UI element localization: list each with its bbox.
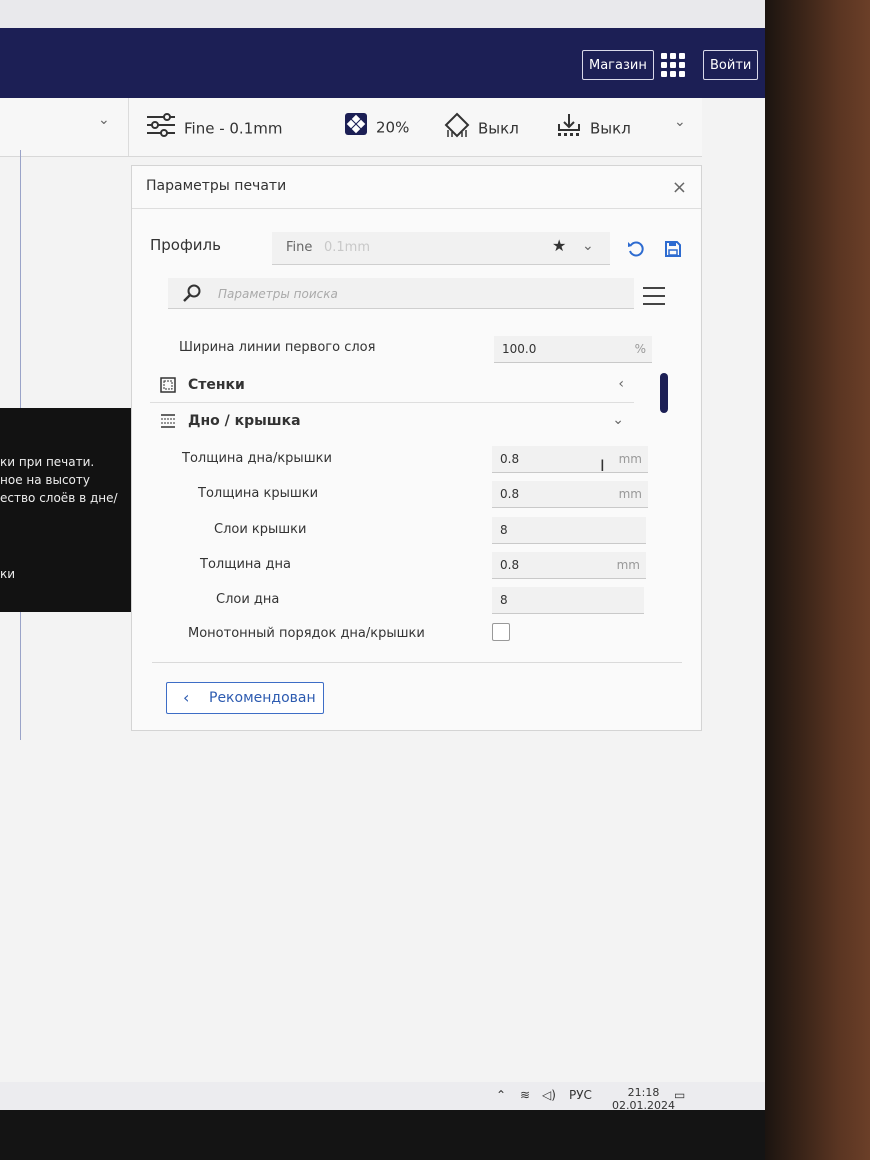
clock[interactable]: 21:18 02.01.2024: [612, 1086, 675, 1110]
login-button[interactable]: Войти: [703, 50, 759, 80]
top-bottom-icon: [160, 413, 176, 433]
tooltip-line: ки при печати.: [0, 455, 95, 469]
toolbar-chevron-icon[interactable]: ⌄: [674, 114, 686, 130]
monotonic-checkbox[interactable]: [492, 623, 510, 641]
save-icon[interactable]: [664, 240, 682, 262]
tooltip: ки при печати. ное на высоту ество слоёв…: [0, 408, 147, 612]
taskbar: ⌃ ≋ ◁) РУС 21:18 02.01.2024 ▭: [0, 1082, 765, 1110]
infill-icon: [344, 112, 368, 144]
chevron-left-icon: ‹: [183, 688, 190, 707]
search-icon: [182, 284, 202, 308]
setting-value: 0.8: [500, 487, 520, 501]
support-label: Выкл: [478, 119, 519, 138]
scrollbar-thumb[interactable]: [660, 373, 668, 413]
setting-input[interactable]: 0.8 mm: [492, 481, 648, 508]
profile-selector-label: Fine - 0.1mm: [184, 119, 283, 138]
text-cursor-icon: I: [600, 456, 605, 475]
print-setup-toolbar: ⌄ Fine - 0.1mm 20% Выкл Выкл ⌄: [0, 98, 702, 157]
chevron-down-icon: ⌄: [612, 412, 624, 428]
support-selector[interactable]: Выкл: [444, 112, 519, 138]
chevron-down-icon[interactable]: ⌄: [582, 238, 594, 254]
adhesion-label: Выкл: [590, 119, 631, 138]
setting-value: 0.8: [500, 452, 520, 466]
setting-unit: mm: [618, 452, 642, 466]
section-top-bottom[interactable]: Дно / крышка ⌄: [150, 404, 634, 438]
profile-layer-height: 0.1mm: [324, 240, 371, 255]
apps-grid-icon[interactable]: [661, 53, 685, 77]
notification-icon[interactable]: ▭: [674, 1088, 685, 1102]
recommended-label: Рекомендован: [209, 690, 316, 706]
volume-icon[interactable]: ◁): [542, 1088, 556, 1102]
profile-label: Профиль: [150, 236, 221, 254]
setting-input[interactable]: 0.8 mm: [492, 552, 646, 579]
reset-icon[interactable]: [627, 240, 645, 262]
setting-value: 8: [500, 523, 508, 537]
setting-label: Толщина крышки: [198, 486, 319, 501]
divider: [128, 98, 129, 156]
language-indicator[interactable]: РУС: [569, 1088, 592, 1102]
close-icon[interactable]: ×: [672, 179, 687, 197]
infill-selector[interactable]: 20%: [344, 112, 409, 138]
monitor-frame: [765, 0, 870, 1160]
support-icon: [444, 112, 470, 146]
setting-unit: %: [634, 342, 646, 356]
divider: [132, 208, 701, 209]
title-strip: [0, 0, 765, 28]
adhesion-icon: [556, 112, 582, 146]
profile-name: Fine: [286, 240, 313, 255]
wifi-icon[interactable]: ≋: [520, 1088, 530, 1102]
setting-label: Толщина дна: [200, 557, 291, 572]
setting-input[interactable]: 0.8 mm: [492, 446, 648, 473]
profile-selector[interactable]: Fine - 0.1mm: [146, 112, 282, 138]
setting-input[interactable]: 100.0 %: [494, 336, 652, 363]
tooltip-line: ное на высоту: [0, 473, 90, 487]
divider: [152, 662, 682, 663]
monitor-bezel: [0, 1110, 765, 1160]
setting-input[interactable]: 8: [492, 587, 644, 614]
star-icon[interactable]: ★: [552, 236, 566, 255]
section-walls[interactable]: Стенки ‹: [150, 368, 634, 403]
setting-label: Монотонный порядок дна/крышки: [188, 626, 425, 641]
setting-label: Толщина дна/крышки: [182, 451, 332, 466]
section-label: Дно / крышка: [188, 413, 301, 429]
print-settings-dialog: Параметры печати × Профиль Fine 0.1mm ★ …: [131, 165, 702, 731]
chevron-up-icon[interactable]: ⌃: [496, 1088, 506, 1102]
store-button[interactable]: Магазин: [582, 50, 654, 80]
tooltip-line: ество слоёв в дне/: [0, 491, 118, 505]
chevron-left-icon: ‹: [618, 376, 624, 392]
search-field[interactable]: Параметры поиска: [168, 278, 634, 309]
recommended-button[interactable]: ‹ Рекомендован: [166, 682, 324, 714]
clock-date: 02.01.2024: [612, 1099, 675, 1110]
profile-dropdown[interactable]: Fine 0.1mm ★ ⌄: [272, 232, 610, 265]
app-window: Магазин Войти ⌄ Fine - 0.1mm 20% Выкл Вы: [0, 0, 765, 1110]
menu-icon[interactable]: [643, 287, 665, 305]
dialog-title: Параметры печати: [146, 178, 287, 194]
adhesion-selector[interactable]: Выкл: [556, 112, 631, 138]
setting-label: Слои дна: [216, 592, 280, 607]
setting-unit: mm: [618, 487, 642, 501]
setting-input[interactable]: 8: [492, 517, 646, 544]
walls-icon: [160, 377, 176, 397]
sliders-icon: [146, 112, 176, 146]
clock-time: 21:18: [627, 1086, 660, 1099]
infill-label: 20%: [376, 118, 410, 137]
chevron-down-icon[interactable]: ⌄: [98, 112, 110, 128]
setting-value: 100.0: [502, 342, 537, 356]
section-label: Стенки: [188, 377, 245, 393]
tooltip-line: ки: [0, 567, 16, 581]
setting-value: 8: [500, 593, 508, 607]
setting-value: 0.8: [500, 558, 520, 572]
search-placeholder: Параметры поиска: [218, 287, 338, 301]
app-header: Магазин Войти: [0, 28, 765, 98]
setting-unit: mm: [616, 558, 640, 572]
setting-label: Слои крышки: [214, 522, 307, 537]
setting-label: Ширина линии первого слоя: [179, 340, 376, 355]
